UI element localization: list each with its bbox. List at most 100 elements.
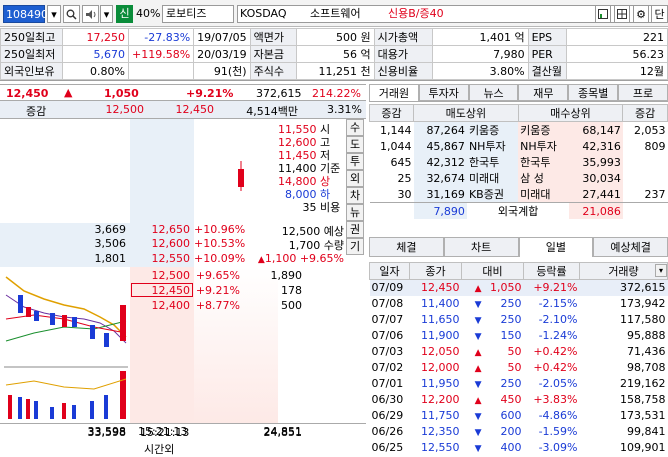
history-row[interactable]: 07/07 11,650 ▼ 250 -2.10% 117,580 xyxy=(370,312,668,328)
close-price: 12,350 xyxy=(421,425,460,438)
volume-rate: 214.22% xyxy=(312,87,361,100)
side-tab[interactable]: 수 xyxy=(346,119,364,136)
history-row[interactable]: 07/03 12,050 ▲ 50 +0.42% 71,436 xyxy=(370,344,668,360)
tab-investor[interactable]: 투자자 xyxy=(418,84,469,101)
volume: 117,580 xyxy=(620,313,666,326)
change: ▲ 450 xyxy=(462,392,524,408)
info-value: 500 원 xyxy=(295,28,375,46)
ask-price[interactable]: 12,600 xyxy=(132,237,191,250)
history-row[interactable]: 07/02 12,000 ▲ 50 +0.42% 98,708 xyxy=(370,360,668,376)
history-row[interactable]: 06/25 12,550 ▼ 400 -3.09% 109,901 xyxy=(370,440,668,456)
buy-broker[interactable]: NH투자 xyxy=(518,138,570,154)
tab-trade[interactable]: 체결 xyxy=(369,237,444,257)
price-change: 1,050 xyxy=(104,87,139,100)
volume: 95,888 xyxy=(627,329,666,342)
single-button[interactable]: 단 xyxy=(651,5,668,23)
chart-icon[interactable] xyxy=(595,5,611,23)
tab-news[interactable]: 뉴스 xyxy=(468,84,519,101)
sell-qty: 87,264 xyxy=(413,121,467,138)
stock-name-field[interactable]: 로보티즈 xyxy=(162,5,234,23)
buy-broker[interactable]: 삼 성 xyxy=(518,170,570,186)
change-value: 200 xyxy=(500,425,522,438)
side-tab-strip: 수 도 투 외 차 뉴 권 기 xyxy=(346,119,364,255)
search-icon[interactable] xyxy=(63,5,80,23)
orderbook: 11,550 시 12,600 고 11,450 저 11,400 기준 14,… xyxy=(0,119,366,438)
col-header: 대비 xyxy=(461,262,524,280)
col-header: 증감 xyxy=(369,104,414,122)
toolbar: 108490 ▾ ▾ 신 40% 로보티즈 KOSDAQ 소프트웨어 신용B/증… xyxy=(0,0,668,27)
speaker-icon[interactable] xyxy=(82,5,99,23)
change-rate: +0.42% xyxy=(533,345,578,358)
info-value xyxy=(127,62,195,80)
change: ▲ 50 xyxy=(462,360,524,376)
sell-broker[interactable]: 키움증 xyxy=(466,121,519,138)
side-tab[interactable]: 뉴 xyxy=(346,204,364,221)
code-dropdown-arrow-icon[interactable]: ▾ xyxy=(47,5,61,23)
change-value: 1,050 xyxy=(490,281,522,295)
info-value: 5,670 xyxy=(62,45,129,63)
bid-price[interactable]: 12,450 xyxy=(132,284,191,297)
sell-broker[interactable]: KB증권 xyxy=(466,186,519,203)
close-price: 12,550 xyxy=(421,441,460,454)
scroll-arrow-icon[interactable]: ▾ xyxy=(655,264,667,277)
side-info-panel: 11,550 시 12,600 고 11,450 저 11,400 기준 14,… xyxy=(250,121,344,214)
expected-qty: 1,700 xyxy=(288,239,321,252)
info-label: 자본금 xyxy=(249,45,297,63)
buy-broker[interactable]: 미래대 xyxy=(518,186,570,203)
buy-broker[interactable]: 한국투 xyxy=(518,154,570,170)
volume: 173,942 xyxy=(620,297,666,310)
sell-change: 1,044 xyxy=(380,139,412,153)
history-row[interactable]: 06/30 12,200 ▲ 450 +3.83% 158,758 xyxy=(370,392,668,408)
side-tab[interactable]: 도 xyxy=(346,136,364,153)
side-tab[interactable]: 권 xyxy=(346,221,364,238)
volume: 99,841 xyxy=(627,425,666,438)
buy-broker[interactable]: 키움증 xyxy=(518,121,570,138)
history-row[interactable]: 06/26 12,350 ▼ 200 -1.59% 99,841 xyxy=(370,424,668,440)
side-tab[interactable]: 외 xyxy=(346,170,364,187)
tab-expected-trade[interactable]: 예상체결 xyxy=(593,237,668,257)
best-bid: 12,450 xyxy=(175,103,215,116)
change-rate: -2.05% xyxy=(538,377,578,390)
tab-broker[interactable]: 거래원 xyxy=(369,84,419,101)
tab-daily[interactable]: 일별 xyxy=(518,237,594,257)
bid-price[interactable]: 12,500 xyxy=(132,269,191,282)
close-price: 12,200 xyxy=(421,393,460,406)
history-row[interactable]: 07/09 12,450 ▲ 1,050 +9.21% 372,615 xyxy=(369,279,668,296)
tab-program[interactable]: 프로 xyxy=(618,84,668,101)
credit-info: 신용B/증40 xyxy=(388,7,444,20)
info-value: 3.80% xyxy=(431,62,529,80)
info-value: 0.80% xyxy=(62,62,129,80)
change-rate: +0.42% xyxy=(533,361,578,374)
tab-by-stock[interactable]: 종목별 xyxy=(568,84,619,101)
side-tab[interactable]: 차 xyxy=(346,187,364,204)
history-row[interactable]: 07/08 11,400 ▼ 250 -2.15% 173,942 xyxy=(370,296,668,312)
speaker-dropdown-icon[interactable]: ▾ xyxy=(100,5,113,23)
stock-code-input[interactable]: 108490 xyxy=(3,5,48,23)
date: 06/30 xyxy=(371,393,404,406)
history-row[interactable]: 07/01 11,950 ▼ 250 -2.05% 219,162 xyxy=(370,376,668,392)
gear-icon[interactable]: ⚙ xyxy=(633,5,649,23)
after-hours-button[interactable]: 시간외 xyxy=(144,441,174,457)
trade-amount: 4,514백만 xyxy=(246,105,298,118)
buy-change xyxy=(623,170,668,186)
bid-rate: +9.65% xyxy=(195,269,240,282)
date: 07/01 xyxy=(371,377,404,390)
side-tab[interactable]: 투 xyxy=(346,153,364,170)
tab-finance[interactable]: 재무 xyxy=(518,84,569,101)
ask-price[interactable]: 12,550 xyxy=(132,252,191,265)
tab-chart[interactable]: 차트 xyxy=(443,237,519,257)
sell-broker[interactable]: 미래대 xyxy=(466,170,519,186)
ask-qty: 1,801 xyxy=(94,252,127,265)
sell-broker[interactable]: NH투자 xyxy=(466,138,519,154)
info-value: 221 xyxy=(565,28,668,46)
mini-candle-chart xyxy=(4,267,128,423)
history-row[interactable]: 07/06 11,900 ▼ 150 -1.24% 95,888 xyxy=(370,328,668,344)
change: ▼ 250 xyxy=(462,376,524,392)
ask-price[interactable]: 12,650 xyxy=(132,223,191,236)
grid-icon[interactable] xyxy=(614,5,630,23)
history-row[interactable]: 06/29 11,750 ▼ 600 -4.86% 173,531 xyxy=(370,408,668,424)
change-rate: -3.09% xyxy=(538,441,578,454)
side-tab[interactable]: 기 xyxy=(346,238,364,255)
sell-broker[interactable]: 한국투 xyxy=(466,154,519,170)
bid-price[interactable]: 12,400 xyxy=(132,299,191,312)
